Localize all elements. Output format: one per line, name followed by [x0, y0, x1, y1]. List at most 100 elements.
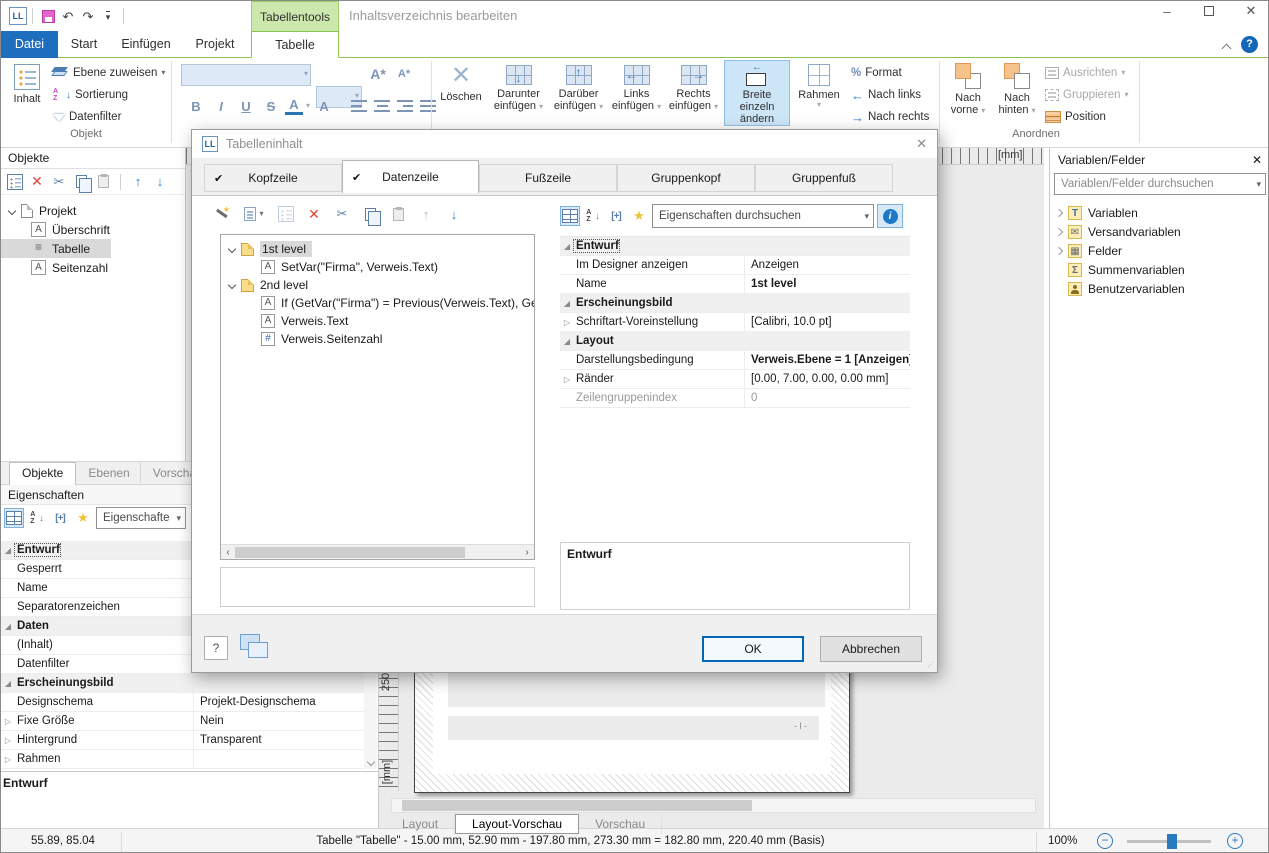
scroll-left-icon[interactable]: ‹	[221, 547, 235, 558]
tab-layout-vorschau[interactable]: Layout-Vorschau	[455, 814, 579, 834]
properties-search-input[interactable]: Eigenschaften durchsuchen ▾	[96, 507, 186, 529]
categorized-view-button[interactable]	[560, 206, 580, 226]
position-button[interactable]: Position	[1045, 107, 1106, 127]
redo-button[interactable]: ↷	[78, 6, 98, 26]
gruppieren-button[interactable]: Gruppieren ▾	[1045, 85, 1129, 105]
breite-einzeln-aendern-button[interactable]: ← → Breite einzeln ändern	[724, 60, 790, 126]
tree-line-verweis-text[interactable]: A Verweis.Text	[221, 312, 534, 330]
undo-button[interactable]: ↶	[58, 6, 78, 26]
font-family-select[interactable]: ▾	[181, 64, 311, 86]
italic-button[interactable]: I	[210, 99, 232, 114]
datenfilter-button[interactable]: Datenfilter	[53, 107, 121, 127]
ok-button[interactable]: OK	[702, 636, 804, 662]
row-expander-icon[interactable]: ▷	[560, 318, 574, 327]
tab-start[interactable]: Start	[58, 31, 110, 58]
font-color-button[interactable]: A	[285, 97, 303, 115]
prop-row[interactable]: ▷Schriftart-Voreinstellung[Calibri, 10.0…	[560, 313, 910, 332]
tab-vorschau[interactable]: Vorschau	[579, 814, 662, 834]
tree-line-setvar[interactable]: A SetVar("Firma", Verweis.Text)	[221, 258, 534, 276]
delete-line-button[interactable]: ✕	[304, 204, 324, 224]
dialog-properties-search-input[interactable]: Eigenschaften durchsuchen ▾	[652, 204, 874, 228]
prop-group-erscheinungsbild[interactable]: ◢Erscheinungsbild	[1, 674, 365, 693]
prop-row[interactable]: ▷Fixe GrößeNein	[1, 712, 365, 731]
info-button[interactable]: i	[877, 204, 903, 228]
dialog-tab-gruppenfuss[interactable]: Gruppenfuß	[755, 164, 893, 192]
tab-datei[interactable]: Datei	[1, 31, 58, 58]
prop-row[interactable]: Zeilengruppenindex0	[560, 389, 910, 408]
customize-quick-access-button[interactable]: ▾	[98, 6, 118, 26]
favorites-button[interactable]: ★	[629, 206, 649, 226]
move-line-down-button[interactable]: ↓	[444, 204, 464, 224]
dialog-tab-gruppenkopf[interactable]: Gruppenkopf	[617, 164, 755, 192]
sort-az-button[interactable]: AZ↓	[27, 508, 47, 528]
tree-item-projekt[interactable]: Projekt	[1, 201, 185, 220]
prop-row[interactable]: Name1st level	[560, 275, 910, 294]
tree-line-verweis-seitenzahl[interactable]: # Verweis.Seitenzahl	[221, 330, 534, 348]
variables-search-input[interactable]: Variablen/Felder durchsuchen ▾	[1054, 173, 1266, 195]
zoom-out-button[interactable]: −	[1097, 833, 1113, 849]
scrollbar-thumb[interactable]	[235, 547, 465, 558]
underline-button[interactable]: U	[235, 99, 257, 114]
tab-projekt[interactable]: Projekt	[182, 31, 248, 58]
prop-row[interactable]: DesignschemaProjekt-Designschema	[1, 693, 365, 712]
close-button[interactable]: ✕	[1236, 3, 1266, 19]
prop-row[interactable]: Im Designer anzeigenAnzeigen	[560, 256, 910, 275]
align-right-button[interactable]	[395, 96, 415, 116]
sortierung-button[interactable]: AZ ↓ Sortierung	[53, 85, 128, 105]
cut-line-button[interactable]: ✂	[332, 204, 352, 224]
links-einfuegen-button[interactable]: ← Links einfügen ▾	[610, 60, 663, 126]
row-expander-icon[interactable]: ▷	[1, 736, 15, 745]
object-properties-button[interactable]	[5, 172, 25, 192]
dialog-help-button[interactable]: ?	[204, 636, 228, 660]
cascade-windows-button[interactable]	[240, 634, 270, 662]
paste-line-button[interactable]	[388, 204, 408, 224]
prop-row[interactable]: ▷Ränder[0.00, 7.00, 0.00, 0.00 mm]	[560, 370, 910, 389]
prop-row[interactable]: DarstellungsbedingungVerweis.Ebene = 1 […	[560, 351, 910, 370]
ebene-zuweisen-button[interactable]: Ebene zuweisen ▾	[53, 63, 165, 83]
pagenumber-object[interactable]: - l -	[448, 716, 819, 740]
cut-button[interactable]: ✂	[49, 172, 69, 192]
collapse-ribbon-button[interactable]	[1223, 41, 1230, 55]
ausrichten-button[interactable]: Ausrichten ▾	[1045, 63, 1125, 83]
move-line-up-button[interactable]: ↑	[416, 204, 436, 224]
row-expander-icon[interactable]: ▷	[1, 717, 15, 726]
favorites-button[interactable]: ★	[73, 508, 93, 528]
tree-item-variablen[interactable]: T Variablen	[1056, 203, 1269, 222]
tab-einfuegen[interactable]: Einfügen	[110, 31, 182, 58]
cancel-button[interactable]: Abbrechen	[820, 636, 922, 662]
prop-row[interactable]: ▷HintergrundTransparent	[1, 731, 365, 750]
tree-item-benutzervariablen[interactable]: Benutzervariablen	[1056, 279, 1269, 298]
bold-button[interactable]: B	[185, 99, 207, 114]
tree-item-versandvariablen[interactable]: ✉ Versandvariablen	[1056, 222, 1269, 241]
copy-line-button[interactable]	[360, 204, 380, 224]
maximize-button[interactable]	[1194, 4, 1224, 19]
move-up-button[interactable]: ↑	[128, 172, 148, 192]
sort-az-button[interactable]: AZ↓	[583, 206, 603, 226]
categorized-view-button[interactable]	[4, 508, 24, 528]
nach-links-button[interactable]: ← Nach links	[851, 85, 921, 105]
align-left-button[interactable]	[349, 96, 369, 116]
dialog-tab-fusszeile[interactable]: Fußzeile	[479, 164, 617, 192]
copy-button[interactable]	[71, 172, 91, 192]
zoom-in-button[interactable]: +	[1227, 833, 1243, 849]
darueber-einfuegen-button[interactable]: ↑ Darüber einfügen ▾	[550, 60, 607, 126]
expand-all-button[interactable]: [+]	[606, 206, 626, 226]
shrink-font-button[interactable]: A*	[393, 68, 415, 80]
tree-item-ueberschrift[interactable]: A Überschrift	[1, 220, 185, 239]
new-line-button[interactable]: ▾	[240, 204, 268, 224]
align-center-button[interactable]	[372, 96, 392, 116]
prop-group-layout[interactable]: ◢Layout	[560, 332, 910, 351]
tree-item-summenvariablen[interactable]: Σ Summenvariablen	[1056, 260, 1269, 279]
tree-line-2nd-level[interactable]: 2nd level	[221, 276, 534, 294]
delete-object-button[interactable]: ✕	[27, 172, 47, 192]
tree-item-tabelle[interactable]: ≡ Tabelle	[1, 239, 111, 258]
inhalt-button[interactable]: Inhalt	[5, 60, 49, 126]
help-button[interactable]: ?	[1241, 36, 1258, 53]
scroll-right-icon[interactable]: ›	[520, 547, 534, 558]
rechts-einfuegen-button[interactable]: → Rechts einfügen ▾	[666, 60, 721, 126]
dock-tab-ebenen[interactable]: Ebenen	[78, 463, 140, 483]
prop-group-erscheinungsbild[interactable]: ◢Erscheinungsbild	[560, 294, 910, 313]
tree-item-seitenzahl[interactable]: A Seitenzahl	[1, 258, 185, 277]
scroll-down-icon[interactable]	[367, 758, 375, 766]
text-style-button[interactable]: A	[313, 99, 335, 114]
